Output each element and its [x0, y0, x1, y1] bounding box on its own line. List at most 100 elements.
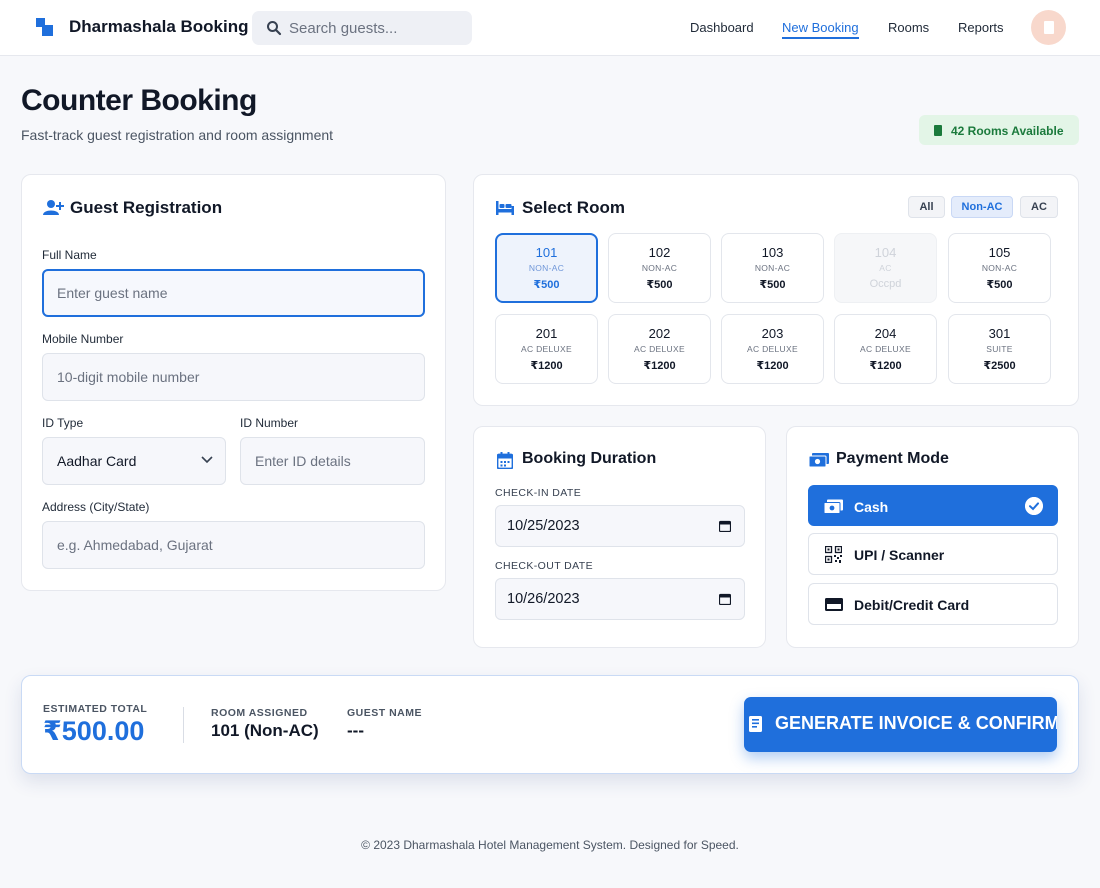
id-number-label: ID Number: [240, 416, 299, 430]
address-input[interactable]: [42, 521, 425, 569]
room-type: SUITE: [986, 344, 1013, 354]
room-type: AC DELUXE: [634, 344, 685, 354]
search-icon: [267, 21, 282, 36]
room-price: ₹2500: [983, 360, 1016, 372]
money-icon: [809, 453, 829, 468]
room-type: AC DELUXE: [747, 344, 798, 354]
booking-duration-card: Booking Duration CHECK-IN DATE 10/25/202…: [473, 426, 766, 648]
nav-new-booking[interactable]: New Booking: [782, 20, 859, 39]
check-out-date-input[interactable]: 10/26/2023: [495, 578, 745, 620]
search-input[interactable]: [289, 11, 467, 45]
top-navigation-bar: Dharmashala Booking Dashboard New Bookin…: [0, 0, 1100, 56]
payment-option-upi[interactable]: UPI / Scanner: [808, 533, 1058, 575]
room-price: ₹1200: [756, 360, 789, 372]
room-price: ₹1200: [530, 360, 563, 372]
id-type-value: Aadhar Card: [57, 453, 137, 469]
room-card-104-occupied: 104 AC Occpd: [834, 233, 937, 303]
payment-option-cash[interactable]: Cash: [808, 485, 1058, 526]
room-price: ₹500: [646, 279, 673, 291]
user-avatar[interactable]: [1031, 10, 1066, 45]
check-out-label: CHECK-OUT DATE: [495, 560, 593, 572]
check-in-value: 10/25/2023: [507, 518, 580, 534]
mobile-number-input[interactable]: [42, 353, 425, 401]
credit-card-icon: [825, 598, 843, 611]
room-card-203[interactable]: 203 AC DELUXE ₹1200: [721, 314, 824, 384]
guest-name-value: ---: [347, 721, 364, 740]
room-card-103[interactable]: 103 NON-AC ₹500: [721, 233, 824, 303]
generate-invoice-label: GENERATE INVOICE & CONFIRM: [775, 713, 1057, 733]
estimated-total-value: ₹500.00: [43, 716, 145, 746]
room-number: 103: [761, 245, 784, 260]
room-card-204[interactable]: 204 AC DELUXE ₹1200: [834, 314, 937, 384]
full-name-input[interactable]: [42, 269, 425, 317]
room-card-105[interactable]: 105 NON-AC ₹500: [948, 233, 1051, 303]
cash-icon: [824, 499, 843, 514]
address-label: Address (City/State): [42, 500, 150, 514]
room-number: 203: [761, 326, 784, 341]
guest-registration-title: Guest Registration: [70, 198, 223, 217]
room-type: NON-AC: [641, 263, 678, 273]
room-type: AC DELUXE: [521, 344, 572, 354]
payment-option-card[interactable]: Debit/Credit Card: [808, 583, 1058, 625]
nav-reports[interactable]: Reports: [958, 20, 1004, 35]
page-title: Counter Booking: [21, 84, 257, 117]
room-number: 105: [988, 245, 1011, 260]
room-type: NON-AC: [981, 263, 1018, 273]
room-card-201[interactable]: 201 AC DELUXE ₹1200: [495, 314, 598, 384]
brand-logo-icon: [36, 18, 54, 36]
calendar-icon: [497, 452, 513, 469]
id-number-input[interactable]: [240, 437, 425, 485]
room-type: AC DELUXE: [860, 344, 911, 354]
booking-summary-bar: ESTIMATED TOTAL ₹500.00 ROOM ASSIGNED 10…: [21, 675, 1079, 774]
room-price: ₹1200: [643, 360, 676, 372]
availability-text: 42 Rooms Available: [951, 124, 1064, 138]
invoice-icon: [749, 716, 762, 732]
nav-rooms[interactable]: Rooms: [888, 20, 929, 35]
room-price: ₹500: [986, 279, 1013, 291]
select-room-title: Select Room: [522, 198, 625, 217]
nav-dashboard[interactable]: Dashboard: [690, 20, 754, 35]
calendar-picker-icon[interactable]: [719, 593, 731, 605]
check-in-date-input[interactable]: 10/25/2023: [495, 505, 745, 547]
check-in-label: CHECK-IN DATE: [495, 487, 582, 499]
payment-option-label: Cash: [854, 499, 889, 515]
generate-invoice-button[interactable]: GENERATE INVOICE & CONFIRM: [744, 697, 1057, 752]
room-number: 202: [648, 326, 671, 341]
guest-registration-card: Guest Registration Full Name Mobile Numb…: [21, 174, 446, 591]
id-type-select[interactable]: Aadhar Card: [42, 437, 226, 485]
room-number: 102: [648, 245, 671, 260]
add-user-icon: [43, 200, 64, 215]
room-status: Occpd: [869, 278, 902, 290]
room-type: NON-AC: [754, 263, 791, 273]
booking-duration-title: Booking Duration: [522, 450, 657, 467]
search-bar: [252, 11, 472, 45]
door-icon: [934, 125, 942, 136]
calendar-picker-icon[interactable]: [719, 520, 731, 532]
guest-name-label: GUEST NAME: [347, 707, 423, 719]
room-number: 204: [874, 326, 897, 341]
room-assigned-label: ROOM ASSIGNED: [211, 707, 308, 719]
room-card-101[interactable]: 101 NON-AC ₹500: [495, 233, 598, 303]
room-number: 101: [535, 245, 558, 260]
mobile-number-label: Mobile Number: [42, 332, 124, 346]
room-card-301[interactable]: 301 SUITE ₹2500: [948, 314, 1051, 384]
room-number: 104: [874, 245, 897, 260]
room-price: ₹1200: [869, 360, 902, 372]
filter-ac-button[interactable]: AC: [1020, 196, 1058, 218]
room-card-202[interactable]: 202 AC DELUXE ₹1200: [608, 314, 711, 384]
check-circle-icon: [1025, 497, 1043, 515]
avatar-placeholder-icon: [1044, 21, 1054, 34]
room-card-102[interactable]: 102 NON-AC ₹500: [608, 233, 711, 303]
filter-non-ac-button[interactable]: Non-AC: [951, 196, 1013, 218]
room-price: ₹500: [533, 279, 560, 291]
bed-icon: [496, 201, 514, 215]
filter-all-button[interactable]: All: [908, 196, 945, 218]
page-subtitle: Fast-track guest registration and room a…: [21, 127, 334, 143]
payment-option-label: Debit/Credit Card: [854, 597, 970, 613]
brand-name: Dharmashala Booking: [69, 17, 249, 36]
room-number: 301: [988, 326, 1011, 341]
room-type: AC: [879, 263, 892, 273]
availability-badge: 42 Rooms Available: [919, 115, 1079, 145]
check-out-value: 10/26/2023: [507, 591, 580, 607]
room-assigned-value: 101 (Non-AC): [211, 721, 319, 740]
